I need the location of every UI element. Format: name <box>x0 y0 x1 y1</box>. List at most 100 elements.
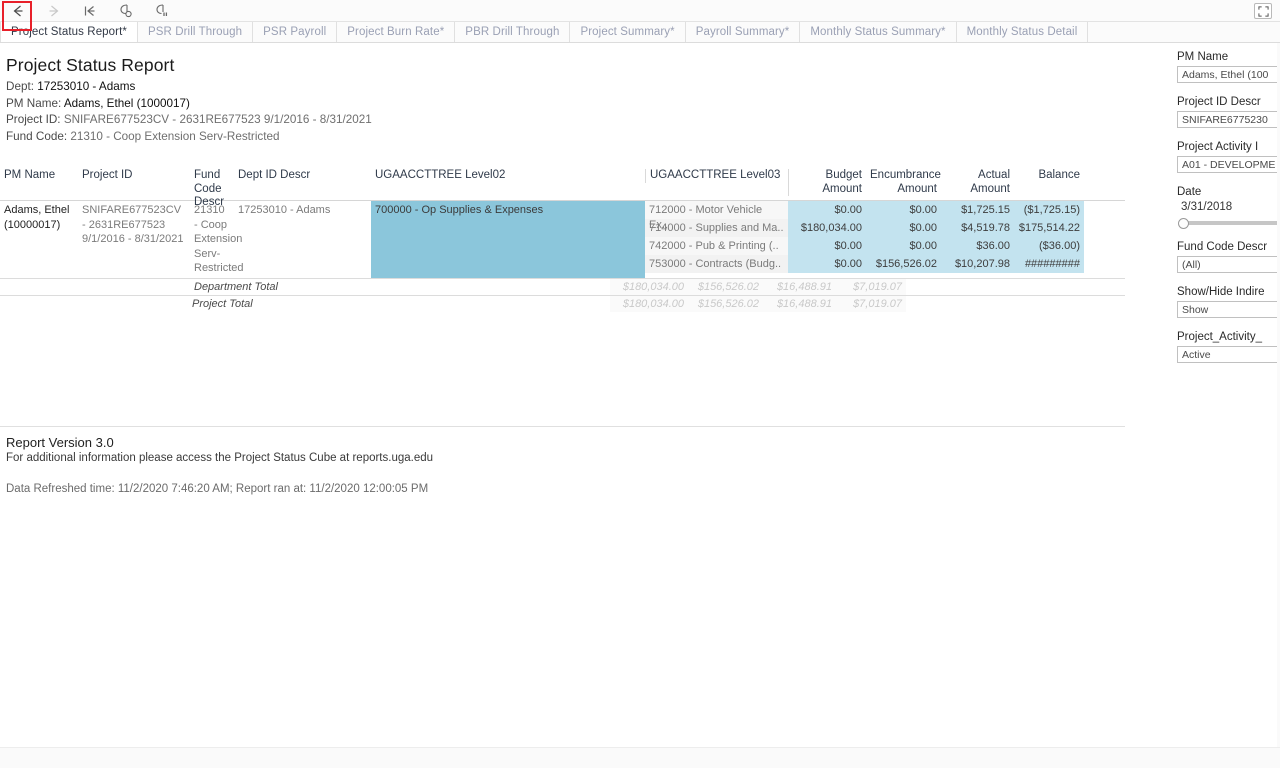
filter-dropdown-project-activity[interactable]: A01 - DEVELOPME <box>1177 156 1280 173</box>
cell-budget-amount[interactable]: $180,034.00 <box>788 219 866 237</box>
dept-value: 17253010 - Adams <box>37 80 136 93</box>
col-header-actual-amount[interactable]: Actual Amount <box>941 169 1014 196</box>
department-total-row: Department Total $180,034.00 $156,526.02… <box>0 277 1125 295</box>
col-header-encumbrance-amount[interactable]: Encumbrance Amount <box>866 169 941 196</box>
encumbrance-column: $0.00 $0.00 $0.00 $156,526.02 <box>866 201 941 278</box>
page-title: Project Status Report <box>6 55 175 75</box>
cell-project-id[interactable]: SNIFARE677523CV - 2631RE677523 9/1/2016 … <box>78 201 190 278</box>
filter-label: Show/Hide Indire <box>1177 286 1265 298</box>
table-header-row: PM Name Project ID Fund Code Descr Dept … <box>0 161 1125 208</box>
tab-label: Payroll Summary* <box>695 26 790 38</box>
project-value: SNIFARE677523CV - 2631RE677523 9/1/2016 … <box>63 113 372 126</box>
cell-encumbrance-amount[interactable]: $0.00 <box>866 219 941 237</box>
tab-psr-drill-through[interactable]: PSR Drill Through <box>137 22 254 42</box>
pm-label: PM Name: <box>6 96 62 110</box>
cell-pm-name[interactable]: Adams, Ethel (10000017) <box>0 201 78 278</box>
cell-balance[interactable]: ######### <box>1014 255 1084 273</box>
department-total-budget: $180,034.00 <box>610 278 688 295</box>
cell-level02-selected[interactable]: 700000 - Op Supplies & Expenses <box>371 201 645 278</box>
status-bar <box>0 747 1280 768</box>
filter-label: Project_Activity_ <box>1177 331 1263 343</box>
filter-dropdown-project-id-descr[interactable]: SNIFARE6775230 <box>1177 111 1280 128</box>
tab-label: PBR Drill Through <box>465 26 560 38</box>
fullscreen-toggle-icon[interactable] <box>1254 3 1272 19</box>
tab-label: PSR Payroll <box>263 26 327 38</box>
date-slider-handle[interactable] <box>1178 218 1189 229</box>
report-table: PM Name Project ID Fund Code Descr Dept … <box>0 161 1125 495</box>
cell-actual-amount[interactable]: $4,519.78 <box>941 219 1014 237</box>
dept-label: Dept: <box>6 80 34 93</box>
cell-dept-id-descr[interactable]: 17253010 - Adams <box>234 201 371 278</box>
cell-budget-amount[interactable]: $0.00 <box>788 255 866 273</box>
tab-psr-payroll[interactable]: PSR Payroll <box>253 22 338 42</box>
report-info-text: For additional information please access… <box>6 452 434 464</box>
back-arrow-icon[interactable] <box>0 0 36 22</box>
tab-label: Project Status Report* <box>11 26 127 38</box>
toolbar <box>0 0 1280 22</box>
forward-arrow-icon <box>36 0 72 22</box>
department-total-balance: $7,019.07 <box>836 278 906 295</box>
date-slider-track[interactable] <box>1185 221 1280 225</box>
application-window: Project Status Report* PSR Drill Through… <box>0 0 1280 768</box>
cell-actual-amount[interactable]: $1,725.15 <box>941 201 1014 219</box>
tab-label: Monthly Status Detail <box>966 26 1078 38</box>
tab-project-burn-rate[interactable]: Project Burn Rate* <box>337 22 456 42</box>
refresh-data-icon[interactable] <box>108 0 144 22</box>
tab-monthly-status-summary[interactable]: Monthly Status Summary* <box>800 22 957 42</box>
cell-encumbrance-amount[interactable]: $0.00 <box>866 201 941 219</box>
tab-project-status-report[interactable]: Project Status Report* <box>0 22 138 42</box>
filter-project-id-descr: Project ID Descr SNIFARE6775230 <box>1177 96 1280 128</box>
cell-actual-amount[interactable]: $36.00 <box>941 237 1014 255</box>
tab-label: Project Summary* <box>580 26 675 38</box>
project-line: Project ID: SNIFARE677523CV - 2631RE6775… <box>6 112 1170 128</box>
cell-budget-amount[interactable]: $0.00 <box>788 201 866 219</box>
cell-encumbrance-amount[interactable]: $0.00 <box>866 237 941 255</box>
pause-auto-updates-icon[interactable] <box>144 0 180 22</box>
filter-project-activity: Project Activity I A01 - DEVELOPME <box>1177 141 1280 173</box>
filter-dropdown-fund-code-descr[interactable]: (All) <box>1177 256 1280 273</box>
col-header-level02[interactable]: UGAACCTTREE Level02 <box>371 169 645 183</box>
tab-pbr-drill-through[interactable]: PBR Drill Through <box>455 22 571 42</box>
date-filter-value: 3/31/2018 <box>1181 201 1233 213</box>
cell-balance[interactable]: ($36.00) <box>1014 237 1084 255</box>
revert-to-start-icon[interactable] <box>72 0 108 22</box>
cell-level03[interactable]: 753000 - Contracts (Budg.. <box>645 255 788 273</box>
dept-line: Dept: 17253010 - Adams <box>6 79 1170 95</box>
fund-line: Fund Code: 21310 - Coop Extension Serv-R… <box>6 129 1170 145</box>
col-header-dept-id-descr[interactable]: Dept ID Descr <box>234 169 371 183</box>
filter-label: Project Activity I <box>1177 141 1259 153</box>
tab-project-summary[interactable]: Project Summary* <box>570 22 686 42</box>
cell-balance[interactable]: ($1,725.15) <box>1014 201 1084 219</box>
project-total-row: Project Total $180,034.00 $156,526.02 $1… <box>0 294 1125 312</box>
col-header-pm-name[interactable]: PM Name <box>0 169 78 183</box>
filter-fund-code-descr: Fund Code Descr (All) <box>1177 241 1280 273</box>
cell-fund-code-descr[interactable]: 21310 - Coop Extension Serv-Restricted <box>190 201 244 278</box>
filter-label: Fund Code Descr <box>1177 241 1268 253</box>
filter-label: Project ID Descr <box>1177 96 1261 108</box>
cell-actual-amount[interactable]: $10,207.98 <box>941 255 1014 273</box>
level03-column: 712000 - Motor Vehicle Ex.. 714000 - Sup… <box>645 201 788 278</box>
tab-payroll-summary[interactable]: Payroll Summary* <box>685 22 801 42</box>
col-header-level03[interactable]: UGAACCTTREE Level03 <box>645 169 788 183</box>
col-header-balance[interactable]: Balance <box>1014 169 1084 183</box>
col-header-budget-amount[interactable]: Budget Amount <box>788 169 866 196</box>
pm-line: PM Name: Adams, Ethel (1000017) <box>6 96 1170 112</box>
project-total-balance: $7,019.07 <box>836 295 906 312</box>
cell-encumbrance-amount[interactable]: $156,526.02 <box>866 255 941 273</box>
filter-dropdown-project-activity-status[interactable]: Active <box>1177 346 1280 363</box>
project-label: Project ID: <box>6 113 61 126</box>
cell-level03[interactable]: 712000 - Motor Vehicle Ex.. <box>645 201 788 231</box>
department-total-encumbrance: $156,526.02 <box>688 278 763 295</box>
filter-dropdown-show-hide-indirect[interactable]: Show <box>1177 301 1280 318</box>
filter-dropdown-pm-name[interactable]: Adams, Ethel (100 <box>1177 66 1280 83</box>
report-version: Report Version 3.0 <box>6 435 114 450</box>
cell-level03[interactable]: 714000 - Supplies and Ma.. <box>645 219 788 237</box>
tab-monthly-status-detail[interactable]: Monthly Status Detail <box>956 22 1089 42</box>
filter-pm-name: PM Name Adams, Ethel (100 <box>1177 51 1280 83</box>
date-slider[interactable] <box>1177 218 1280 229</box>
cell-budget-amount[interactable]: $0.00 <box>788 237 866 255</box>
cell-level03[interactable]: 742000 - Pub & Printing (.. <box>645 237 788 255</box>
cell-balance[interactable]: $175,514.22 <box>1014 219 1084 237</box>
col-header-project-id[interactable]: Project ID <box>78 169 190 183</box>
report-footer: Report Version 3.0 For additional inform… <box>6 435 1106 495</box>
